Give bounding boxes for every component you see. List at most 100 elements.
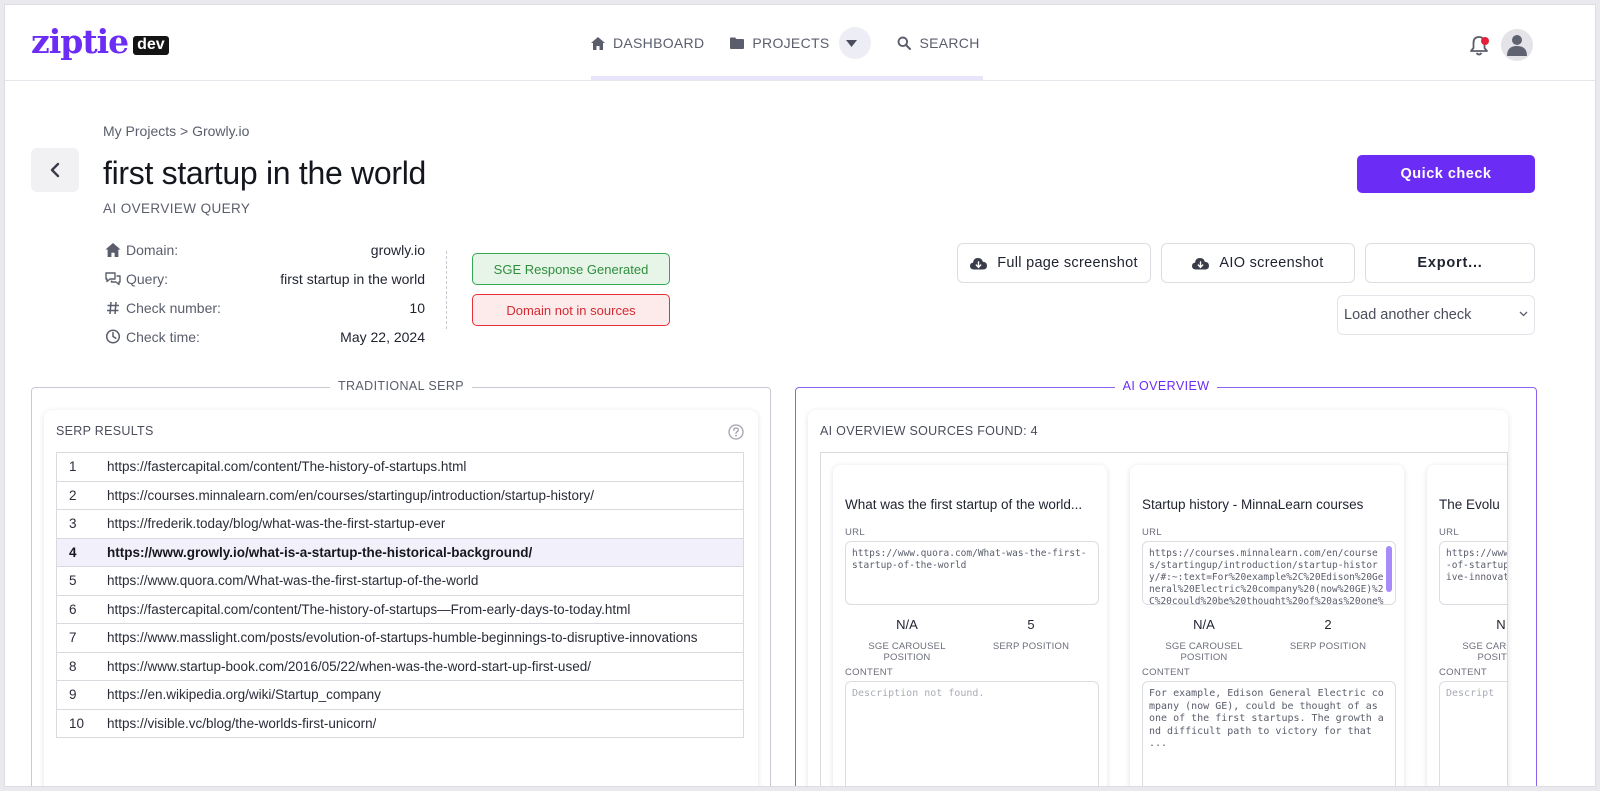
table-row[interactable]: 1 https://fastercapital.com/content/The-h… xyxy=(57,453,743,482)
nav-projects-label: PROJECTS xyxy=(752,35,830,51)
serp-position: 8 xyxy=(69,658,77,674)
source-url-field[interactable]: https://www.masslight.com/posts/evolutio… xyxy=(1439,541,1507,605)
serp-url[interactable]: https://visible.vc/blog/the-worlds-first… xyxy=(107,716,376,731)
table-row[interactable]: 8 https://www.startup-book.com/2016/05/22… xyxy=(57,653,743,681)
serp-url[interactable]: https://www.masslight.com/posts/evolutio… xyxy=(107,630,698,645)
sge-status-badge: SGE Response Generated xyxy=(472,253,670,285)
source-content-field[interactable]: Descript xyxy=(1439,681,1507,786)
avatar[interactable] xyxy=(1501,29,1533,61)
export-button[interactable]: Export... xyxy=(1365,243,1535,283)
source-card: What was the first startup of the world.… xyxy=(833,465,1107,786)
traditional-serp-legend: TRADITIONAL SERP xyxy=(32,379,770,393)
aio-sources-title: AI OVERVIEW SOURCES FOUND: 4 xyxy=(820,424,1038,438)
serp-position: 9 xyxy=(69,687,77,703)
meta-check-time-label: Check time: xyxy=(126,328,200,345)
scrollbar-thumb[interactable] xyxy=(1386,546,1392,592)
table-row[interactable]: 2 https://courses.minnalearn.com/en/cours… xyxy=(57,482,743,510)
aio-screenshot-button[interactable]: AIO screenshot xyxy=(1161,243,1355,283)
serp-position: 3 xyxy=(69,516,77,532)
source-card: Startup history - MinnaLearn courses URL h… xyxy=(1130,465,1404,786)
serp-position: 2 xyxy=(69,487,77,503)
breadcrumb-current[interactable]: Growly.io xyxy=(192,123,249,139)
serp-url[interactable]: https://courses.minnalearn.com/en/course… xyxy=(107,488,594,503)
serp-url[interactable]: https://www.quora.com/What-was-the-first… xyxy=(107,573,478,588)
source-title: The Evolu xyxy=(1439,497,1500,512)
table-row[interactable]: 9 https://en.wikipedia.org/wiki/Startup_c… xyxy=(57,681,743,710)
serp-position: 6 xyxy=(69,601,77,617)
serp-position: 7 xyxy=(69,630,77,646)
table-row[interactable]: 4 https://www.growly.io/what-is-a-startup… xyxy=(57,538,743,567)
cloud-download-icon xyxy=(1192,257,1210,269)
source-content-field[interactable]: Description not found. xyxy=(845,681,1099,786)
logo-badge: dev xyxy=(133,36,169,55)
logo[interactable]: ziptie dev xyxy=(31,25,169,59)
meta-query-value: first startup in the world xyxy=(280,270,425,287)
serp-url[interactable]: https://www.growly.io/what-is-a-startup-… xyxy=(107,545,532,560)
source-title: Startup history - MinnaLearn courses xyxy=(1142,497,1364,512)
table-row[interactable]: 6 https://fastercapital.com/content/The-h… xyxy=(57,596,743,624)
nav-search-label: SEARCH xyxy=(919,35,980,51)
page-title: first startup in the world xyxy=(103,155,426,191)
check-meta: Domain: growly.io Query: first startup i… xyxy=(105,235,425,351)
table-row[interactable]: 5 https://www.quora.com/What-was-the-firs… xyxy=(57,567,743,596)
breadcrumb-root[interactable]: My Projects xyxy=(103,123,176,139)
serp-position-label: SERP POSITION xyxy=(1289,641,1367,652)
carousel-position-value: N/A xyxy=(896,617,918,632)
domain-status-badge: Domain not in sources xyxy=(472,294,670,326)
back-button[interactable] xyxy=(31,148,79,192)
serp-position-label: SERP POSITION xyxy=(992,641,1070,652)
nav-active-indicator xyxy=(591,76,983,80)
source-content-field[interactable]: For example, Edison General Electric com… xyxy=(1142,681,1396,786)
serp-url[interactable]: https://fastercapital.com/content/The-hi… xyxy=(107,459,466,474)
serp-results-table: 1 https://fastercapital.com/content/The-h… xyxy=(56,452,744,738)
serp-url[interactable]: https://frederik.today/blog/what-was-the… xyxy=(107,516,445,531)
search-icon xyxy=(898,36,912,50)
meta-check-time-value: May 22, 2024 xyxy=(340,328,425,345)
full-page-screenshot-button[interactable]: Full page screenshot xyxy=(957,243,1151,283)
table-row[interactable]: 7 https://www.masslight.com/posts/evoluti… xyxy=(57,624,743,653)
serp-position: 5 xyxy=(69,573,77,589)
serp-position: 1 xyxy=(69,459,77,475)
nav-search[interactable]: SEARCH xyxy=(897,35,979,51)
chevron-down-icon xyxy=(1519,311,1528,317)
source-content-label: CONTENT xyxy=(845,667,894,678)
serp-url[interactable]: https://fastercapital.com/content/The-hi… xyxy=(107,602,630,617)
caret-down-icon xyxy=(845,39,857,47)
help-icon[interactable] xyxy=(728,424,744,440)
nav-projects[interactable]: PROJECTS xyxy=(730,27,872,59)
serp-results-card: SERP RESULTS 1 https://fastercapital.com/… xyxy=(44,410,758,786)
table-row[interactable]: 10 https://visible.vc/blog/the-worlds-fir… xyxy=(57,710,743,738)
nav-dashboard[interactable]: DASHBOARD xyxy=(591,35,704,51)
quick-check-button[interactable]: Quick check xyxy=(1357,155,1535,193)
meta-check-number-label: Check number: xyxy=(126,299,221,316)
chat-icon xyxy=(105,271,121,285)
traditional-serp-legend-text: TRADITIONAL SERP xyxy=(329,379,473,393)
traditional-serp-panel: TRADITIONAL SERP SERP RESULTS 1 https://f… xyxy=(31,379,771,786)
serp-url[interactable]: https://www.startup-book.com/2016/05/22/… xyxy=(107,659,591,674)
source-url-field[interactable]: https://www.quora.com/What-was-the-first… xyxy=(845,541,1099,605)
load-another-check-select[interactable]: Load another check xyxy=(1337,295,1535,335)
main-nav: DASHBOARD PROJECTS SEARCH xyxy=(591,5,1006,81)
nav-dashboard-label: DASHBOARD xyxy=(613,35,705,51)
meta-divider xyxy=(446,251,447,329)
source-content-label: CONTENT xyxy=(1142,667,1191,678)
source-url-label: URL xyxy=(1142,527,1162,538)
carousel-position-label: SGE CAROUSEL POSITION xyxy=(1165,641,1243,663)
source-content-label: CONTENT xyxy=(1439,667,1488,678)
top-navbar: ziptie dev DASHBOARD PROJECTS SEARCH xyxy=(5,5,1595,81)
serp-url[interactable]: https://en.wikipedia.org/wiki/Startup_co… xyxy=(107,687,381,702)
app-window: ziptie dev DASHBOARD PROJECTS SEARCH My … xyxy=(4,4,1596,787)
serp-position-value: 5 xyxy=(1027,617,1035,632)
clock-icon xyxy=(105,329,121,344)
source-url-field[interactable]: https://courses.minnalearn.com/en/course… xyxy=(1142,541,1396,605)
meta-domain-label: Domain: xyxy=(126,241,179,258)
home-icon xyxy=(105,242,121,257)
aio-sources-carousel[interactable]: What was the first startup of the world.… xyxy=(820,452,1508,786)
load-another-check-value: Load another check xyxy=(1344,307,1472,323)
projects-dropdown-button[interactable] xyxy=(839,27,872,59)
notification-dot xyxy=(1481,37,1489,45)
chevron-left-icon xyxy=(50,162,60,178)
serp-position: 10 xyxy=(69,715,85,731)
table-row[interactable]: 3 https://frederik.today/blog/what-was-th… xyxy=(57,510,743,539)
meta-check-number-value: 10 xyxy=(409,299,425,316)
